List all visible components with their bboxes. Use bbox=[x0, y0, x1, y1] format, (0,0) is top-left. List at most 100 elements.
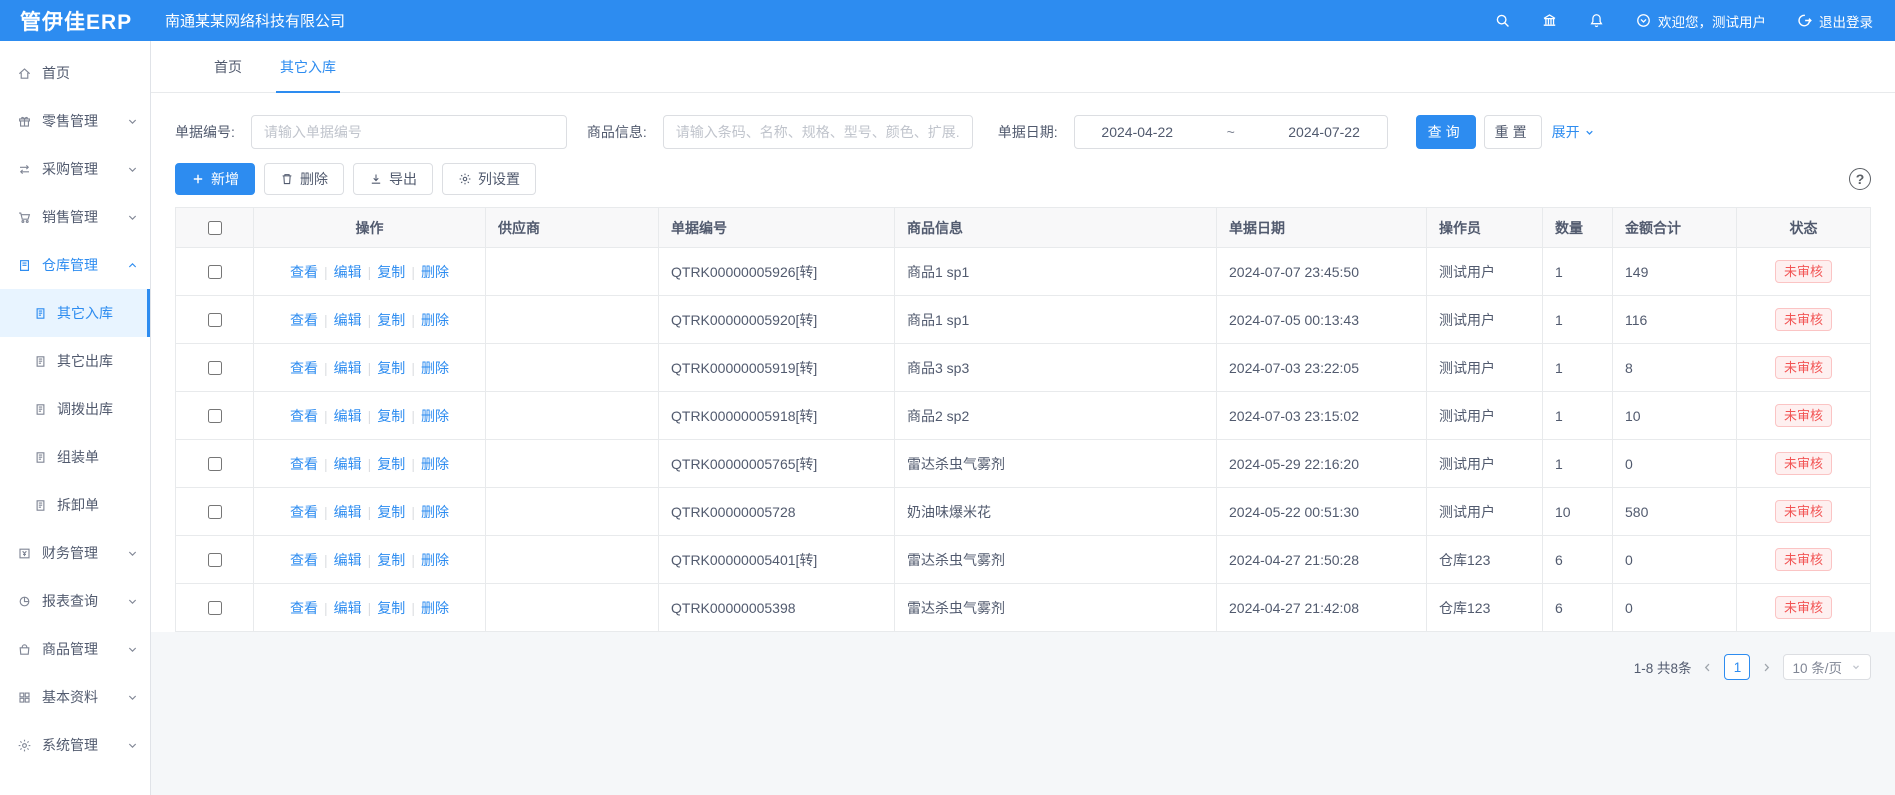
sidebar-item-label: 商品管理 bbox=[42, 639, 98, 659]
tab-1[interactable]: 其它入库 bbox=[261, 41, 355, 92]
cell-date: 2024-07-05 00:13:43 bbox=[1217, 296, 1427, 344]
action-separator: | bbox=[411, 312, 415, 328]
sidebar-subitem-other-outbound[interactable]: 其它出库 bbox=[0, 337, 150, 385]
page-number-1[interactable]: 1 bbox=[1724, 654, 1750, 680]
row-action-delete[interactable]: 删除 bbox=[421, 504, 449, 520]
sidebar-item-label: 财务管理 bbox=[42, 543, 98, 563]
row-action-copy[interactable]: 复制 bbox=[377, 408, 405, 424]
search-icon[interactable] bbox=[1494, 12, 1511, 29]
welcome-text: 欢迎您，测试用户 bbox=[1658, 11, 1766, 31]
row-action-edit[interactable]: 编辑 bbox=[334, 456, 362, 472]
user-menu[interactable]: 欢迎您，测试用户 bbox=[1635, 11, 1766, 31]
row-action-view[interactable]: 查看 bbox=[290, 408, 318, 424]
add-button[interactable]: 新增 bbox=[175, 163, 255, 195]
row-action-copy[interactable]: 复制 bbox=[377, 456, 405, 472]
cell-product: 商品1 sp1 bbox=[895, 248, 1217, 296]
row-checkbox[interactable] bbox=[208, 265, 222, 279]
row-action-copy[interactable]: 复制 bbox=[377, 264, 405, 280]
filter-row: 单据编号: 商品信息: 单据日期: 2024-04-22 ~ 2024-07-2… bbox=[175, 115, 1871, 149]
chevron-down-icon bbox=[125, 210, 140, 225]
row-action-copy[interactable]: 复制 bbox=[377, 600, 405, 616]
row-action-copy[interactable]: 复制 bbox=[377, 312, 405, 328]
sidebar-item-basedata[interactable]: 基本资料 bbox=[0, 673, 150, 721]
delete-button[interactable]: 删除 bbox=[264, 163, 344, 195]
search-button[interactable]: 查询 bbox=[1416, 115, 1476, 149]
sidebar-item-finance[interactable]: 财务管理 bbox=[0, 529, 150, 577]
action-separator: | bbox=[324, 504, 328, 520]
prev-page-button[interactable] bbox=[1701, 661, 1714, 674]
cell-product: 商品1 sp1 bbox=[895, 296, 1217, 344]
date-range-input[interactable]: 2024-04-22 ~ 2024-07-22 bbox=[1074, 115, 1388, 149]
row-action-view[interactable]: 查看 bbox=[290, 552, 318, 568]
row-action-delete[interactable]: 删除 bbox=[421, 360, 449, 376]
row-checkbox[interactable] bbox=[208, 409, 222, 423]
row-action-copy[interactable]: 复制 bbox=[377, 360, 405, 376]
row-action-edit[interactable]: 编辑 bbox=[334, 408, 362, 424]
bank-icon[interactable] bbox=[1541, 12, 1558, 29]
cell-product: 奶油味爆米花 bbox=[895, 488, 1217, 536]
tab-0[interactable]: 首页 bbox=[195, 41, 261, 92]
row-action-view[interactable]: 查看 bbox=[290, 600, 318, 616]
next-page-button[interactable] bbox=[1760, 661, 1773, 674]
row-action-edit[interactable]: 编辑 bbox=[334, 552, 362, 568]
row-action-delete[interactable]: 删除 bbox=[421, 312, 449, 328]
sidebar-item-system[interactable]: 系统管理 bbox=[0, 721, 150, 769]
help-icon[interactable]: ? bbox=[1849, 168, 1871, 190]
row-checkbox[interactable] bbox=[208, 457, 222, 471]
row-action-delete[interactable]: 删除 bbox=[421, 552, 449, 568]
sidebar-item-warehouse[interactable]: 仓库管理 bbox=[0, 241, 150, 289]
select-all-checkbox[interactable] bbox=[208, 221, 222, 235]
cell-qty: 6 bbox=[1543, 536, 1613, 584]
row-action-view[interactable]: 查看 bbox=[290, 504, 318, 520]
row-action-copy[interactable]: 复制 bbox=[377, 504, 405, 520]
page-size-select[interactable]: 10 条/页 bbox=[1783, 654, 1871, 680]
row-checkbox[interactable] bbox=[208, 601, 222, 615]
row-action-view[interactable]: 查看 bbox=[290, 312, 318, 328]
logout-button[interactable]: 退出登录 bbox=[1796, 11, 1873, 31]
sidebar-item-report[interactable]: 报表查询 bbox=[0, 577, 150, 625]
row-action-edit[interactable]: 编辑 bbox=[334, 264, 362, 280]
sidebar-item-sales[interactable]: 销售管理 bbox=[0, 193, 150, 241]
export-button[interactable]: 导出 bbox=[353, 163, 433, 195]
row-action-edit[interactable]: 编辑 bbox=[334, 504, 362, 520]
sidebar-subitem-disassembly-order[interactable]: 拆卸单 bbox=[0, 481, 150, 529]
column-settings-button[interactable]: 列设置 bbox=[442, 163, 536, 195]
row-checkbox[interactable] bbox=[208, 361, 222, 375]
bell-icon[interactable] bbox=[1588, 12, 1605, 29]
expand-filters-link[interactable]: 展开 bbox=[1552, 122, 1596, 142]
row-checkbox[interactable] bbox=[208, 505, 222, 519]
col-product: 商品信息 bbox=[895, 208, 1217, 248]
row-action-edit[interactable]: 编辑 bbox=[334, 312, 362, 328]
row-action-view[interactable]: 查看 bbox=[290, 360, 318, 376]
date-separator: ~ bbox=[1227, 124, 1235, 140]
row-action-delete[interactable]: 删除 bbox=[421, 456, 449, 472]
row-checkbox[interactable] bbox=[208, 313, 222, 327]
sidebar-item-purchase[interactable]: 采购管理 bbox=[0, 145, 150, 193]
row-checkbox[interactable] bbox=[208, 553, 222, 567]
sidebar-subitem-label: 其它入库 bbox=[57, 303, 113, 323]
sidebar-subitem-assembly-order[interactable]: 组装单 bbox=[0, 433, 150, 481]
records-table: 操作 供应商 单据编号 商品信息 单据日期 操作员 数量 金额合计 状态 bbox=[175, 207, 1871, 632]
sidebar-item-home[interactable]: 首页 bbox=[0, 49, 150, 97]
row-action-edit[interactable]: 编辑 bbox=[334, 360, 362, 376]
sidebar-subitem-other-inbound[interactable]: 其它入库 bbox=[0, 289, 150, 337]
cell-product: 雷达杀虫气雾剂 bbox=[895, 536, 1217, 584]
row-action-view[interactable]: 查看 bbox=[290, 264, 318, 280]
chevron-down-icon bbox=[125, 594, 140, 609]
pagination: 1-8 共8条 1 10 条/页 bbox=[175, 654, 1871, 680]
reset-button[interactable]: 重置 bbox=[1484, 115, 1542, 149]
row-action-edit[interactable]: 编辑 bbox=[334, 600, 362, 616]
row-action-delete[interactable]: 删除 bbox=[421, 600, 449, 616]
row-action-delete[interactable]: 删除 bbox=[421, 408, 449, 424]
bill-no-input[interactable] bbox=[251, 115, 567, 149]
action-separator: | bbox=[324, 408, 328, 424]
row-action-view[interactable]: 查看 bbox=[290, 456, 318, 472]
cell-date: 2024-05-22 00:51:30 bbox=[1217, 488, 1427, 536]
sidebar-subitem-transfer-outbound[interactable]: 调拨出库 bbox=[0, 385, 150, 433]
product-info-input[interactable] bbox=[663, 115, 973, 149]
row-action-delete[interactable]: 删除 bbox=[421, 264, 449, 280]
sidebar-item-retail[interactable]: 零售管理 bbox=[0, 97, 150, 145]
row-action-copy[interactable]: 复制 bbox=[377, 552, 405, 568]
sidebar-item-goods[interactable]: 商品管理 bbox=[0, 625, 150, 673]
cell-supplier bbox=[486, 584, 659, 632]
